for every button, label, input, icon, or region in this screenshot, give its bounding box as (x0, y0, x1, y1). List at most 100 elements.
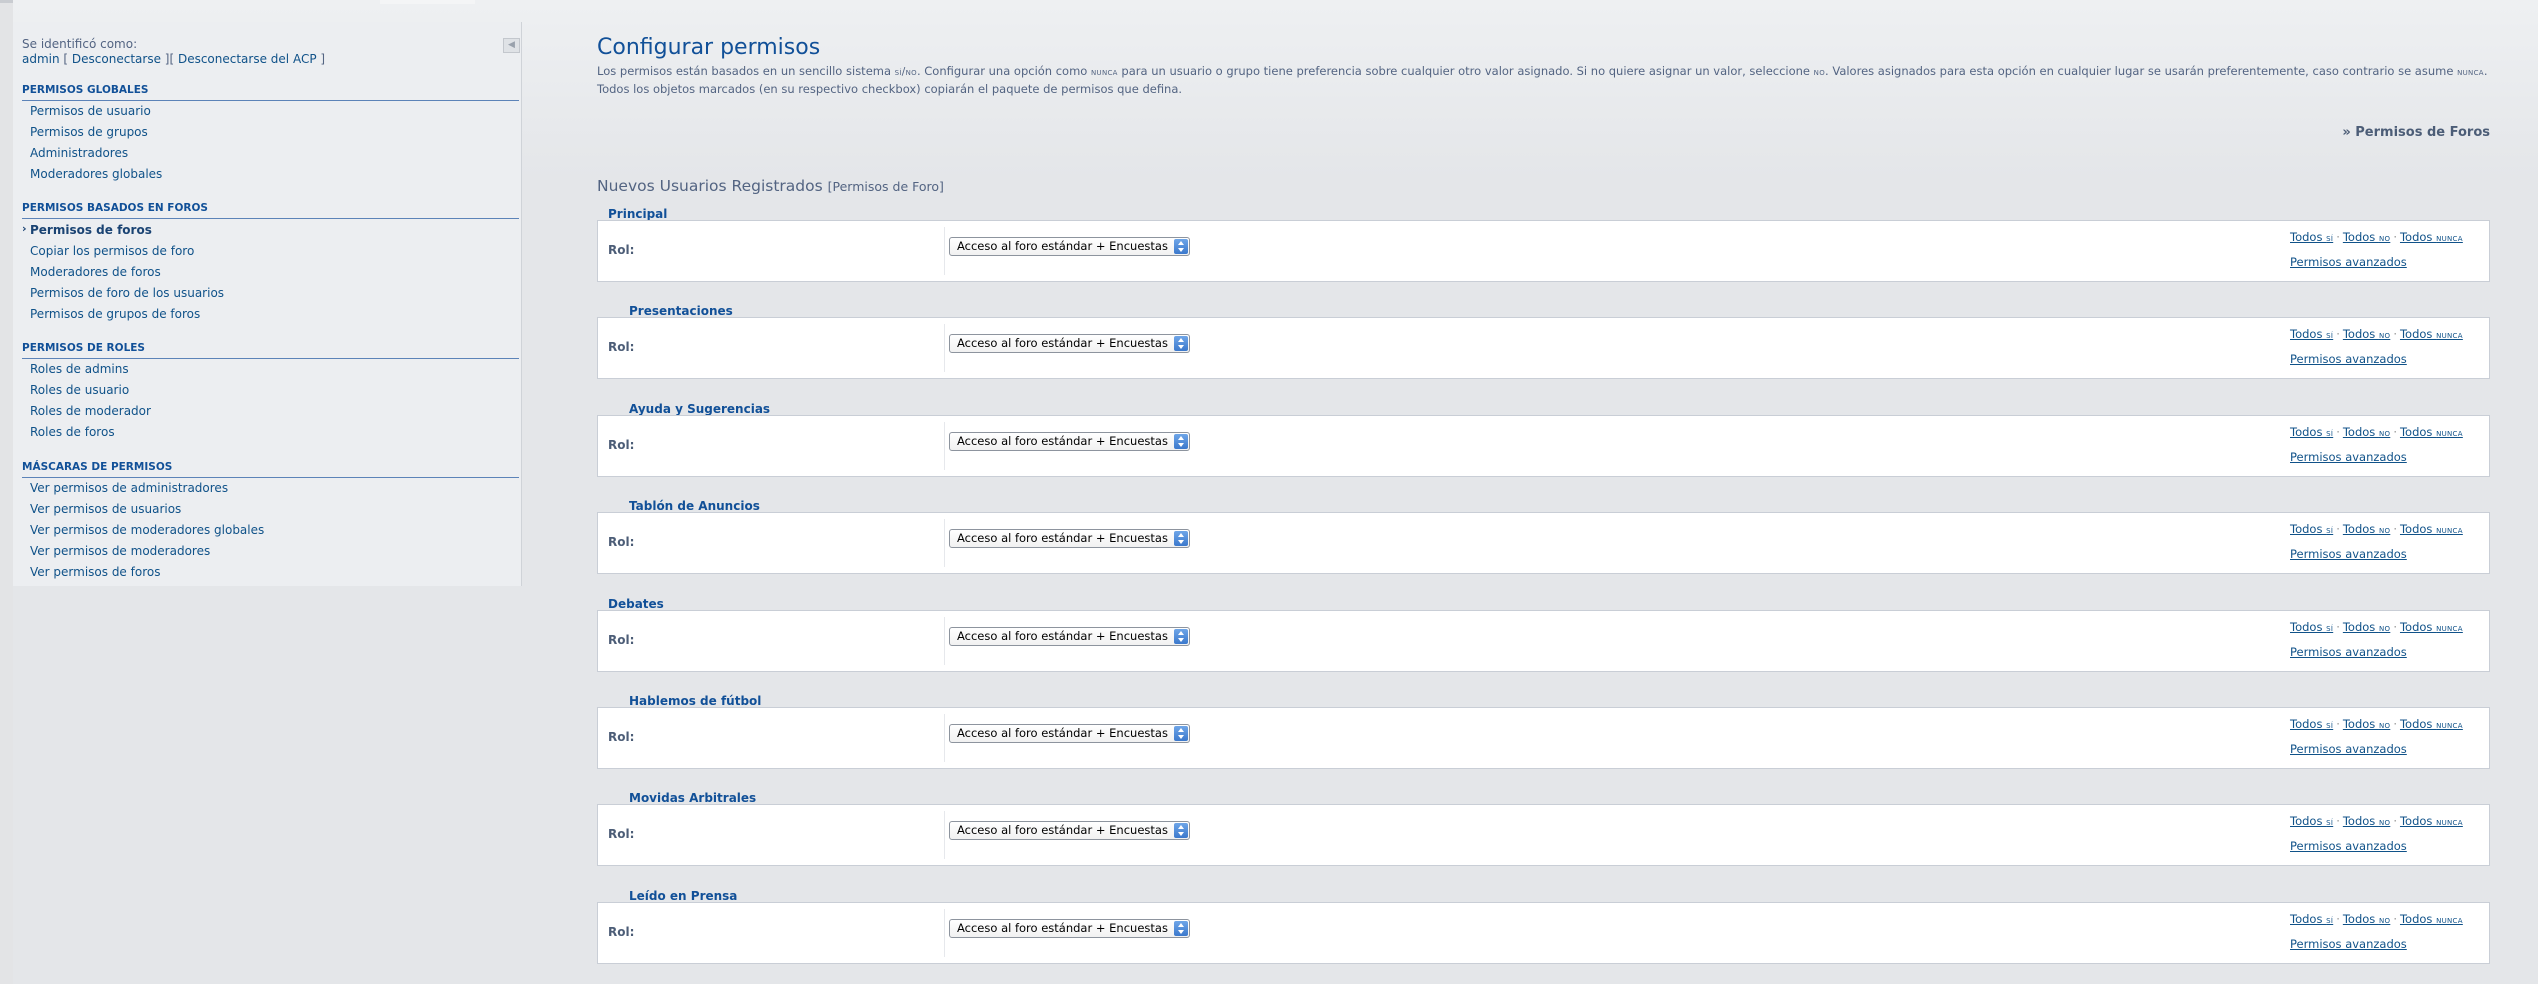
quick-links: Todos sí · Todos no · Todos nunca (2290, 912, 2463, 926)
nav-view-mod-permissions[interactable]: Ver permisos de moderadores (30, 544, 210, 558)
logout-acp-link[interactable]: Desconectarse del ACP (178, 52, 317, 66)
nav-forum-roles[interactable]: Roles de foros (30, 425, 115, 439)
all-no-link[interactable]: Todos no (2343, 425, 2390, 439)
nav-global-moderators[interactable]: Moderadores globales (30, 167, 162, 181)
role-select[interactable]: Acceso al foro estándar + Encuestas (949, 529, 1190, 549)
role-select[interactable]: Acceso al foro estándar + Encuestas (949, 918, 1190, 938)
quick-links: Todos sí · Todos no · Todos nunca (2290, 522, 2463, 536)
select-arrows-icon (1174, 531, 1188, 547)
all-never-link[interactable]: Todos nunca (2400, 230, 2463, 244)
section-title-roles: PERMISOS DE ROLES (22, 342, 519, 359)
nav-copy-forum-permissions[interactable]: Copiar los permisos de foro (30, 244, 194, 258)
role-select[interactable]: Acceso al foro estándar + Encuestas (949, 626, 1190, 646)
all-never-link[interactable]: Todos nunca (2400, 522, 2463, 536)
advanced-permissions-link[interactable]: Permisos avanzados (2290, 742, 2407, 756)
collapse-sidebar-icon[interactable]: ◀ (503, 38, 520, 53)
role-select-value: Acceso al foro estándar + Encuestas (957, 823, 1168, 838)
select-arrows-icon (1174, 628, 1188, 644)
nav-user-permissions[interactable]: Permisos de usuario (30, 104, 151, 118)
advanced-permissions-link[interactable]: Permisos avanzados (2290, 839, 2407, 853)
top-tab (380, 0, 475, 4)
advanced-permissions-link[interactable]: Permisos avanzados (2290, 352, 2407, 366)
nav-view-user-permissions[interactable]: Ver permisos de usuarios (30, 502, 181, 516)
all-yes-link[interactable]: Todos sí (2290, 522, 2333, 536)
separator: · (2393, 327, 2397, 342)
logout-link[interactable]: Desconectarse (72, 52, 161, 66)
advanced-permissions-link[interactable]: Permisos avanzados (2290, 547, 2407, 561)
all-never-link[interactable]: Todos nunca (2400, 717, 2463, 731)
all-no-link[interactable]: Todos no (2343, 230, 2390, 244)
login-line: admin [ Desconectarse ][ Desconectarse d… (22, 52, 326, 66)
nav-forum-moderators[interactable]: Moderadores de foros (30, 265, 161, 279)
username: admin (22, 52, 60, 66)
role-label: Rol: (608, 730, 635, 744)
all-yes-link[interactable]: Todos sí (2290, 425, 2333, 439)
all-never-link[interactable]: Todos nunca (2400, 814, 2463, 828)
nav-view-forum-permissions[interactable]: Ver permisos de foros (30, 565, 160, 579)
role-select-value: Acceso al foro estándar + Encuestas (957, 433, 1168, 448)
role-select[interactable]: Acceso al foro estándar + Encuestas (949, 821, 1190, 841)
all-never-link[interactable]: Todos nunca (2400, 425, 2463, 439)
all-never-link[interactable]: Todos nunca (2400, 620, 2463, 634)
nav-view-admin-permissions[interactable]: Ver permisos de administradores (30, 481, 228, 495)
advanced-permissions-link[interactable]: Permisos avanzados (2290, 450, 2407, 464)
forum-name: Debates (608, 596, 664, 611)
role-select[interactable]: Acceso al foro estándar + Encuestas (949, 334, 1190, 354)
forum-permission-box: Rol: Acceso al foro estándar + Encuestas T… (597, 317, 2490, 380)
role-label: Rol: (608, 437, 635, 452)
role-label: Rol: (608, 827, 635, 842)
role-select-value: Acceso al foro estándar + Encuestas (957, 531, 1168, 546)
separator: · (2336, 230, 2340, 244)
nav-forum-permissions[interactable]: Permisos de foros (30, 223, 152, 237)
nav-group-permissions[interactable]: Permisos de grupos (30, 125, 148, 139)
role-select[interactable]: Acceso al foro estándar + Encuestas (949, 431, 1190, 451)
divider (944, 714, 945, 762)
quick-links: Todos sí · Todos no · Todos nunca (2290, 717, 2463, 731)
all-yes-link[interactable]: Todos sí (2290, 717, 2333, 731)
nav-administrators[interactable]: Administradores (30, 146, 128, 160)
nav-group-forum-permissions[interactable]: Permisos de grupos de foros (30, 307, 200, 321)
all-no-link[interactable]: Todos no (2343, 717, 2390, 731)
role-label: Rol: (608, 535, 635, 550)
all-no-link[interactable]: Todos no (2343, 814, 2390, 828)
role-select[interactable]: Acceso al foro estándar + Encuestas (949, 237, 1190, 256)
all-no-link[interactable]: Todos no (2343, 912, 2390, 926)
nav-moderator-roles[interactable]: Roles de moderador (30, 404, 151, 418)
separator: · (2336, 619, 2340, 634)
role-label: Rol: (608, 632, 635, 647)
advanced-permissions-link[interactable]: Permisos avanzados (2290, 937, 2407, 951)
login-label: Se identificó como: (22, 37, 138, 51)
all-no-link[interactable]: Todos no (2343, 620, 2390, 634)
all-yes-link[interactable]: Todos sí (2290, 814, 2333, 828)
all-yes-link[interactable]: Todos sí (2290, 327, 2333, 341)
all-never-link[interactable]: Todos nunca (2400, 912, 2463, 926)
select-arrows-icon (1174, 239, 1188, 254)
all-yes-link[interactable]: Todos sí (2290, 230, 2333, 244)
nav-view-global-mod-permissions[interactable]: Ver permisos de moderadores globales (30, 523, 264, 537)
role-label: Rol: (608, 340, 635, 355)
all-no-link[interactable]: Todos no (2343, 327, 2390, 341)
separator: · (2393, 911, 2397, 926)
separator: · (2336, 814, 2340, 829)
role-select[interactable]: Acceso al foro estándar + Encuestas (949, 724, 1190, 743)
quick-links: Todos sí · Todos no · Todos nunca (2290, 425, 2463, 439)
divider (944, 519, 945, 568)
nav-user-forum-permissions[interactable]: Permisos de foro de los usuarios (30, 286, 224, 300)
separator: · (2393, 814, 2397, 829)
forum-permissions-link[interactable]: » Permisos de Foros (2342, 125, 2490, 140)
all-yes-link[interactable]: Todos sí (2290, 620, 2333, 634)
advanced-permissions-link[interactable]: Permisos avanzados (2290, 255, 2407, 269)
role-select-value: Acceso al foro estándar + Encuestas (957, 920, 1168, 935)
page-title: Configurar permisos (597, 35, 821, 60)
quick-links: Todos sí · Todos no · Todos nunca (2290, 620, 2463, 634)
nav-user-roles[interactable]: Roles de usuario (30, 383, 129, 397)
role-label: Rol: (608, 243, 635, 257)
advanced-permissions-link[interactable]: Permisos avanzados (2290, 645, 2407, 659)
role-select-value: Acceso al foro estándar + Encuestas (957, 336, 1168, 351)
separator: · (2336, 327, 2340, 342)
all-never-link[interactable]: Todos nunca (2400, 327, 2463, 341)
all-yes-link[interactable]: Todos sí (2290, 912, 2333, 926)
nav-admin-roles[interactable]: Roles de admins (30, 362, 129, 376)
all-no-link[interactable]: Todos no (2343, 522, 2390, 536)
section-title-global: PERMISOS GLOBALES (22, 84, 519, 101)
